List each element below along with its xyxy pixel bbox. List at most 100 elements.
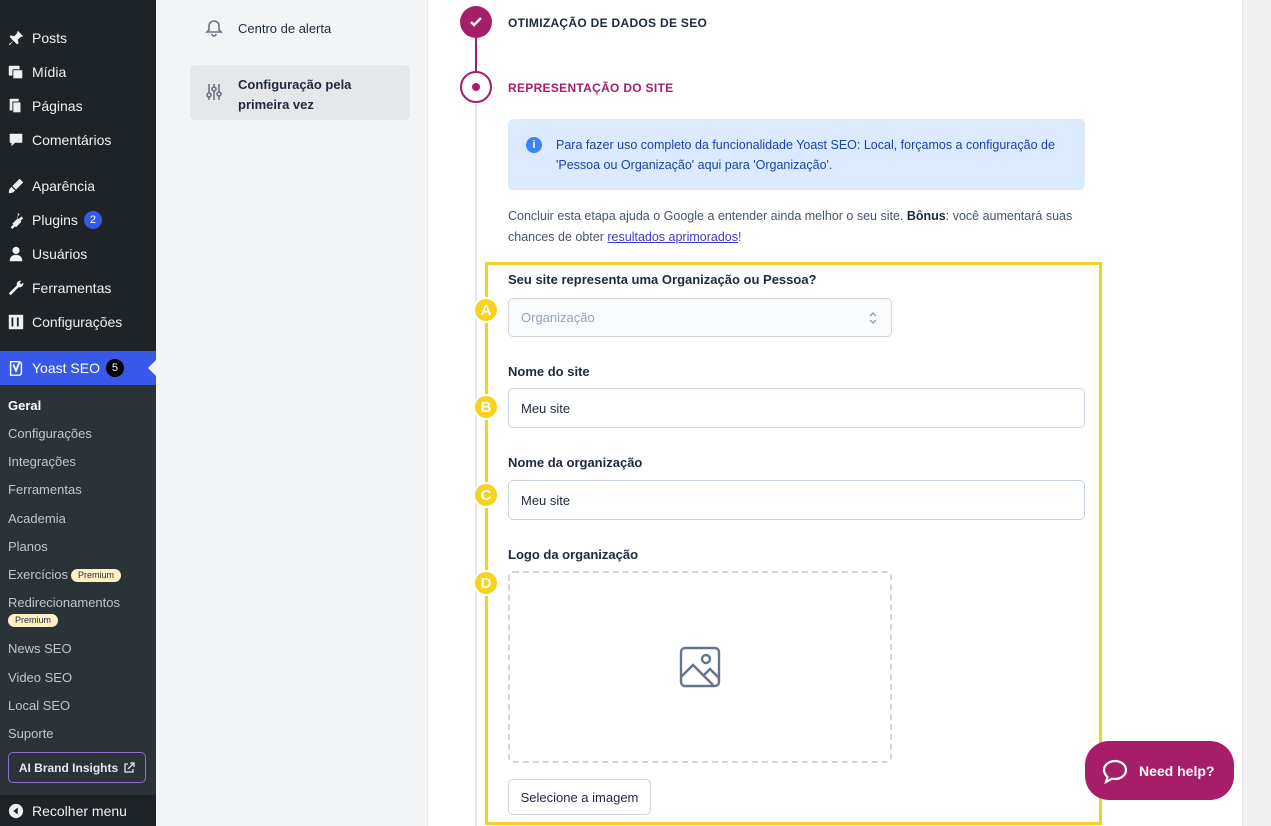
select-value: Organização (521, 310, 595, 325)
submenu-academia[interactable]: Academia (8, 511, 66, 526)
intro-part: ! (738, 230, 742, 244)
appearance-icon (0, 177, 32, 195)
menu-label: Páginas (32, 98, 83, 114)
type-label: Seu site representa uma Organização ou P… (508, 272, 817, 287)
enhanced-results-link[interactable]: resultados aprimorados (607, 230, 738, 244)
step-rail (475, 36, 477, 826)
menu-label: Usuários (32, 246, 88, 262)
submenu-local-seo[interactable]: Local SEO (8, 698, 70, 713)
collapse-menu-button[interactable]: Recolher menu (0, 795, 156, 826)
menu-comments[interactable]: Comentários (0, 123, 156, 157)
menu-label: Comentários (32, 132, 112, 148)
step-current-indicator (460, 71, 492, 103)
step-rail-complete (475, 36, 477, 74)
collapse-label: Recolher menu (32, 802, 127, 819)
site-name-input[interactable]: Meu site (508, 388, 1085, 428)
comments-icon (0, 131, 32, 149)
nav-label: Configuração pela primeira vez (238, 77, 352, 112)
pin-icon (0, 29, 32, 47)
main-content: OTIMIZAÇÃO DE DADOS DE SEO REPRESENTAÇÃO… (427, 0, 1243, 826)
external-link-icon (124, 761, 135, 773)
tools-icon (0, 279, 32, 297)
plugins-icon (0, 211, 32, 229)
yoast-submenu: Geral Configurações Integrações Ferramen… (0, 385, 156, 795)
active-arrow (148, 360, 156, 376)
organization-person-select[interactable]: Organização (508, 298, 892, 337)
pages-icon (0, 97, 32, 115)
submenu-exercicios[interactable]: Exercícios Premium (8, 567, 121, 583)
menu-label: Posts (32, 30, 68, 46)
submenu-news-seo[interactable]: News SEO (8, 641, 72, 656)
step-title-seo-data[interactable]: OTIMIZAÇÃO DE DADOS DE SEO (508, 16, 707, 30)
info-text: Para fazer uso completo da funcionalidad… (556, 138, 1055, 172)
annotation-marker-d: D (473, 570, 499, 596)
menu-label: Yoast SEO (32, 360, 100, 376)
annotation-marker-a: A (473, 297, 499, 323)
submenu-label: Exercícios (8, 567, 68, 582)
collapse-icon (0, 803, 32, 819)
menu-label: Mídia (32, 64, 67, 80)
nav-first-time-config[interactable]: Configuração pela primeira vez (190, 65, 410, 120)
yoast-icon (0, 359, 32, 377)
yoast-side-nav: Centro de alerta Configuração pela prime… (156, 0, 427, 826)
menu-posts[interactable]: Posts (0, 21, 156, 55)
submenu-label: Redirecionamentos (8, 595, 121, 610)
premium-badge: Premium (8, 613, 59, 627)
yoast-count-badge: 5 (105, 359, 124, 377)
submenu-suporte[interactable]: Suporte (8, 726, 54, 741)
org-name-input[interactable]: Meu site (508, 480, 1085, 520)
plugins-count-badge: 2 (83, 211, 102, 229)
site-name-label: Nome do site (508, 364, 590, 379)
need-help-button[interactable]: Need help? (1085, 741, 1234, 800)
step-title-site-representation: REPRESENTAÇÃO DO SITE (508, 81, 674, 95)
submenu-ferramentas[interactable]: Ferramentas (8, 482, 82, 497)
menu-label: Configurações (32, 314, 123, 330)
menu-plugins[interactable]: Plugins 2 (0, 203, 156, 237)
submenu-configuracoes[interactable]: Configurações (8, 426, 92, 441)
menu-pages[interactable]: Páginas (0, 89, 156, 123)
intro-part: Concluir esta etapa ajuda o Google a ent… (508, 209, 907, 223)
menu-yoast-seo[interactable]: Yoast SEO 5 (0, 351, 156, 385)
org-name-label: Nome da organização (508, 455, 643, 470)
ai-button-label: AI Brand Insights (18, 760, 119, 775)
menu-tools[interactable]: Ferramentas (0, 271, 156, 305)
image-placeholder-icon (679, 646, 721, 688)
chevron-updown-icon (869, 311, 877, 324)
settings-icon (0, 313, 32, 331)
wp-admin-sidebar: Posts Mídia Páginas Comentários Aparênci… (0, 0, 156, 826)
menu-label: Plugins (32, 212, 78, 228)
intro-text: Concluir esta etapa ajuda o Google a ent… (508, 206, 1098, 248)
org-logo-label: Logo da organização (508, 547, 639, 562)
bell-icon (205, 20, 223, 37)
media-icon (0, 63, 32, 81)
ai-brand-insights-button[interactable]: AI Brand Insights (8, 752, 146, 783)
submenu-geral[interactable]: Geral (8, 398, 41, 413)
menu-label: Aparência (32, 178, 96, 194)
menu-media[interactable]: Mídia (0, 55, 156, 89)
info-icon: i (526, 137, 542, 153)
submenu-planos[interactable]: Planos (8, 539, 48, 554)
annotation-marker-b: B (473, 394, 499, 420)
submenu-video-seo[interactable]: Video SEO (8, 670, 72, 685)
menu-users[interactable]: Usuários (0, 237, 156, 271)
submenu-integracoes[interactable]: Integrações (8, 454, 76, 469)
users-icon (0, 245, 32, 263)
select-image-button[interactable]: Selecione a imagem (508, 779, 651, 815)
step-complete-indicator[interactable] (460, 6, 492, 38)
annotation-marker-c: C (473, 482, 499, 508)
sliders-icon (206, 84, 222, 100)
step-dot (472, 83, 480, 91)
submenu-redirecionamentos[interactable]: Redirecionamentos Premium (8, 595, 120, 627)
info-alert: i Para fazer uso completo da funcionalid… (508, 119, 1085, 190)
menu-label: Ferramentas (32, 280, 112, 296)
menu-appearance[interactable]: Aparência (0, 169, 156, 203)
nav-alert-center[interactable]: Centro de alerta (190, 18, 410, 38)
intro-bold: Bônus (906, 209, 946, 223)
premium-badge: Premium (70, 569, 121, 583)
menu-settings[interactable]: Configurações (0, 305, 156, 339)
logo-dropzone[interactable] (508, 571, 892, 763)
check-icon (470, 17, 482, 27)
nav-label: Centro de alerta (238, 21, 332, 36)
chat-bubble-icon (1102, 759, 1128, 784)
help-label: Need help? (1139, 762, 1215, 779)
